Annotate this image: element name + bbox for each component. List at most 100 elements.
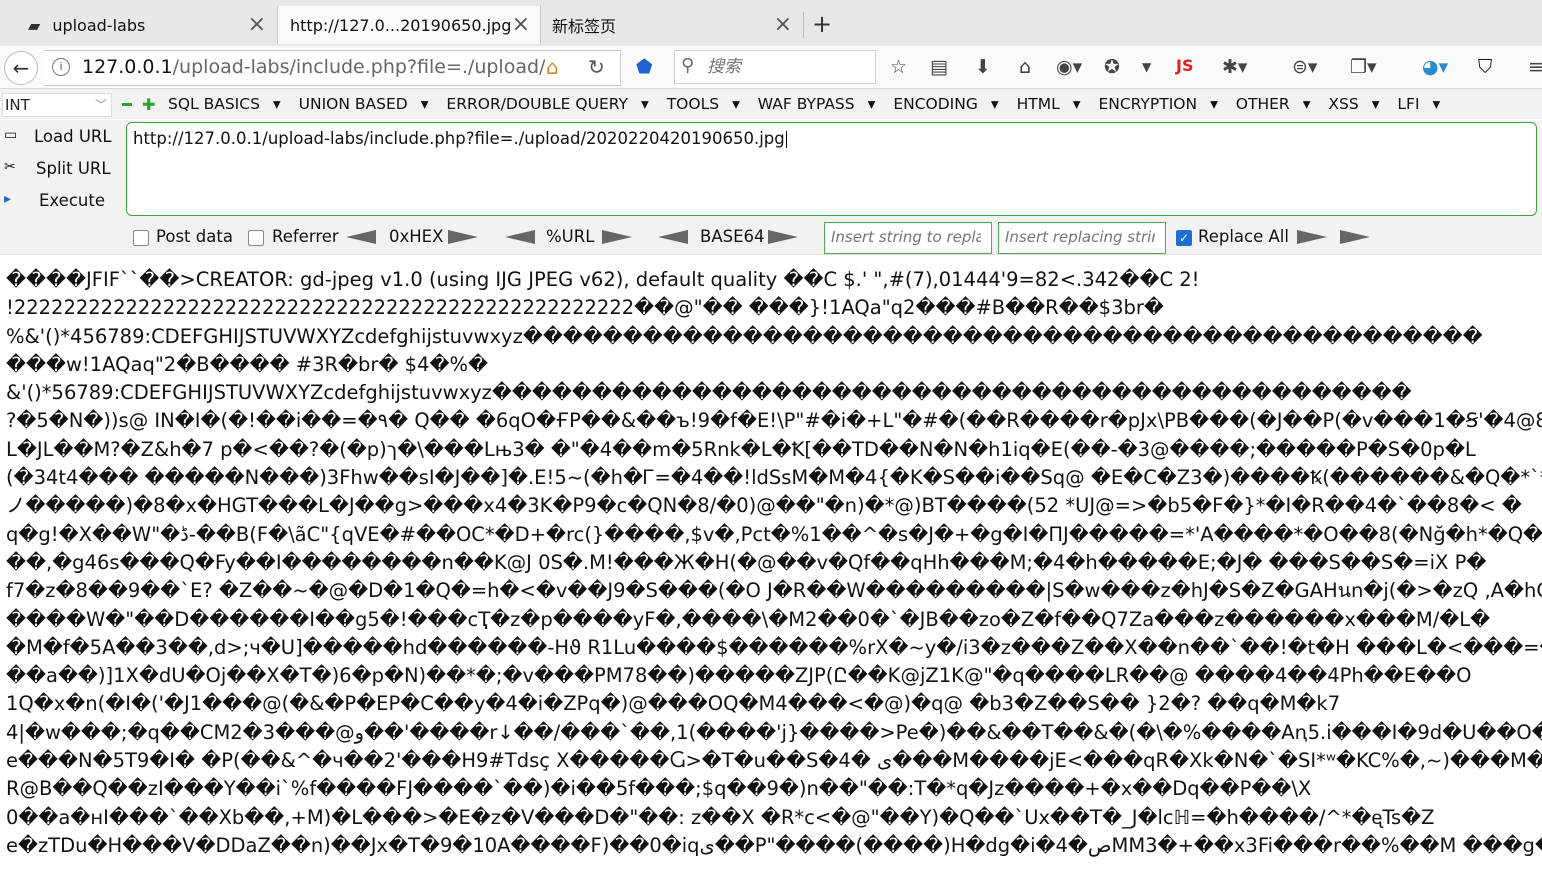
increase-icon[interactable]: ✚ [142,95,155,114]
post-data-checkbox[interactable] [133,230,149,246]
menu-html[interactable]: HTML ▾ [1017,95,1081,113]
page-content: ����JFIF``��>CREATOR: gd-jpeg v1.0 (usin… [6,266,1542,895]
tab-image[interactable]: http://127.0...20190650.jpg × [277,6,541,44]
replace-all-label: Replace All [1198,227,1289,246]
hex-encode-arrow-icon[interactable] [448,230,478,244]
tab-bar: ▰ upload-labs × http://127.0...20190650.… [0,0,1542,46]
window-icon[interactable]: ❐▾ [1350,56,1377,78]
url-encode-arrow-icon[interactable] [602,230,632,244]
content-line: ��,�g46s���Q�Fy��I��������n��K@J 0S�.M!�… [6,550,1487,574]
content-line: ノ�����)�8�x�HGT���L�J��g>���x4�3K�P9�c�Q… [6,494,1522,518]
menu-waf-bypass[interactable]: WAF BYPASS ▾ [758,95,876,113]
home-icon[interactable]: ⌂ [546,55,559,79]
tab-label: 新标签页 [552,17,617,36]
load-icon: ▭ [4,127,18,143]
search-box[interactable]: ⚲ [674,50,876,84]
reload-icon[interactable]: ↻ [588,55,605,79]
close-icon[interactable]: × [512,12,530,37]
post-data-label: Post data [156,227,233,246]
menu-union-based[interactable]: UNION BASED ▾ [299,95,429,113]
split-url-button[interactable]: ✂ Split URL [0,154,124,184]
referrer-checkbox[interactable] [248,230,264,246]
content-line: %&'()*456789:CDEFGHIJSTUVWXYZcdefghijstu… [6,324,1483,348]
content-line: ����JFIF``��>CREATOR: gd-jpeg v1.0 (usin… [6,268,1200,291]
new-tab-button[interactable]: + [812,10,832,38]
palette-icon[interactable]: ✪ [1104,56,1120,78]
load-url-button[interactable]: ▭ Load URL [0,122,124,152]
info-icon[interactable]: i [52,58,70,76]
close-icon[interactable]: × [774,12,792,37]
url-bar[interactable]: i 127.0.0.1/upload-labs/include.php?file… [44,50,621,86]
menu-encoding[interactable]: ENCODING ▾ [893,95,998,113]
content-line: (�34t4��� �����N���)3Fhw��sI�J��]�.E!5~(… [6,466,1542,490]
menu-error-double-query[interactable]: ERROR/DOUBLE QUERY ▾ [446,95,648,113]
back-arrow-icon: ← [12,56,30,80]
url-decode-arrow-icon[interactable] [505,230,535,244]
menu-icon[interactable]: ≡ [1528,56,1542,78]
adblock-shield-icon[interactable]: ⛉ [1478,56,1492,78]
hackbar-menus: SQL BASICS ▾ UNION BASED ▾ ERROR/DOUBLE QU… [168,95,1453,113]
menu-encryption[interactable]: ENCRYPTION ▾ [1098,95,1217,113]
hackbar-menu-row: INT ﹀ ✚ SQL BASICS ▾ UNION BASED ▾ ERROR/DO… [0,89,1542,119]
hackbar-url-value: http://127.0.0.1/upload-labs/include.php… [133,129,787,148]
execute-button[interactable]: ▸ Execute [0,186,124,216]
execute-icon: ▸ [4,191,12,207]
world-icon[interactable]: ◕▾ [1422,56,1448,78]
hackbar-url-textarea[interactable]: http://127.0.0.1/upload-labs/include.php… [126,122,1537,216]
url-text[interactable]: 127.0.0.1/upload-labs/include.php?file=.… [82,56,545,78]
tab-label: upload-labs [52,15,146,35]
replace-with-input[interactable] [1003,227,1157,247]
home-button-icon[interactable]: ⌂ [1019,56,1031,78]
globe-icon[interactable]: ◉▾ [1056,56,1082,78]
content-line: e�zTDu�H���V�DDaZ��n)��Jx�T�9�10A����F)�… [6,833,1542,857]
replace-with-box[interactable] [998,222,1166,254]
js-icon[interactable]: JS [1176,56,1193,75]
download-icon[interactable]: ⬇ [975,56,991,78]
base64-decode-arrow-icon[interactable] [658,230,688,244]
decrease-icon[interactable] [122,103,132,106]
replace-search-input[interactable] [829,227,983,247]
dropdown-icon[interactable]: ▼ [1142,60,1151,74]
hex-label: 0xHEX [389,227,444,246]
replace-arrow-icon[interactable] [1297,230,1327,244]
tab-new[interactable]: 新标签页 × [540,6,802,44]
type-select-value: INT [5,96,30,114]
tab-label: http://127.0...20190650.jpg [290,15,512,35]
content-line: f7�z�8��9��`E? �Z��~�@�D�1�Q�=h�<�v��J9�… [6,579,1542,603]
reading-list-icon[interactable]: ▤ [930,56,948,78]
replace-all-checkbox[interactable]: ✓ [1176,230,1192,246]
hackbar-actions: ▭ Load URL ✂ Split URL ▸ Execute [0,120,124,220]
content-line: !222222222222222222222222222222222222222… [6,296,1164,320]
tab-upload-labs[interactable]: ▰ upload-labs × [0,6,276,44]
menu-tools[interactable]: TOOLS ▾ [667,95,740,113]
content-line: 4|�w���;�q��CM2�3���@ﻭ��'����r↓��/���`��… [6,720,1542,744]
menu-lfi[interactable]: LFI ▾ [1397,95,1440,113]
spider-icon[interactable]: ✱▾ [1222,56,1247,78]
replace-search-box[interactable] [824,222,992,254]
content-line: 0��a�нI���`��Xb��,+M)�L���>�E�z�V���D�"�… [6,805,1435,829]
bookmark-star-icon[interactable]: ☆ [890,56,907,78]
menu-xss[interactable]: XSS ▾ [1328,95,1379,113]
replace-all-arrow-icon[interactable] [1340,230,1370,244]
search-input[interactable] [705,55,869,79]
content-line: L�JL��M?�Z&h�7 p�<��?�(�p)ך�\���Lњ3� �"�… [6,437,1476,461]
content-line: 1Q�x�n(�I�('�J1���@(�&�P�EP�C��y�4�i�ZPq… [6,692,1341,716]
hex-decode-arrow-icon[interactable] [346,230,376,244]
globe-settings-icon[interactable]: ⊜▾ [1292,56,1317,78]
close-icon[interactable]: × [248,12,266,37]
search-icon: ⚲ [681,55,695,76]
shield-icon[interactable]: ⬟ [636,56,653,78]
base64-encode-arrow-icon[interactable] [768,230,798,244]
referrer-label: Referrer [272,227,339,246]
content-line: R@B��Q��zI���Y��i`%f����FJ����`��)�i��5f… [6,777,1312,801]
menu-other[interactable]: OTHER ▾ [1236,95,1311,113]
base64-label: BASE64 [700,227,765,246]
navigation-toolbar: ← i 127.0.0.1/upload-labs/include.php?fi… [0,46,1542,89]
content-line: ���w!1AQaq"2�B���� #3R�br� $4�%� [6,352,488,376]
menu-sql-basics[interactable]: SQL BASICS ▾ [168,95,281,113]
back-button[interactable]: ← [4,51,38,85]
type-select[interactable]: INT ﹀ [2,93,112,117]
content-line: ��a��)]1X�dU�Oj��X�T�)6�p�N)��*�;�v���PM… [6,664,1472,688]
content-line: q�g!�X��W"�ڈ-��B(F�\ãC"{qVE�#��OC*�D+�rc… [6,522,1542,546]
chevron-down-icon: ﹀ [94,98,107,112]
